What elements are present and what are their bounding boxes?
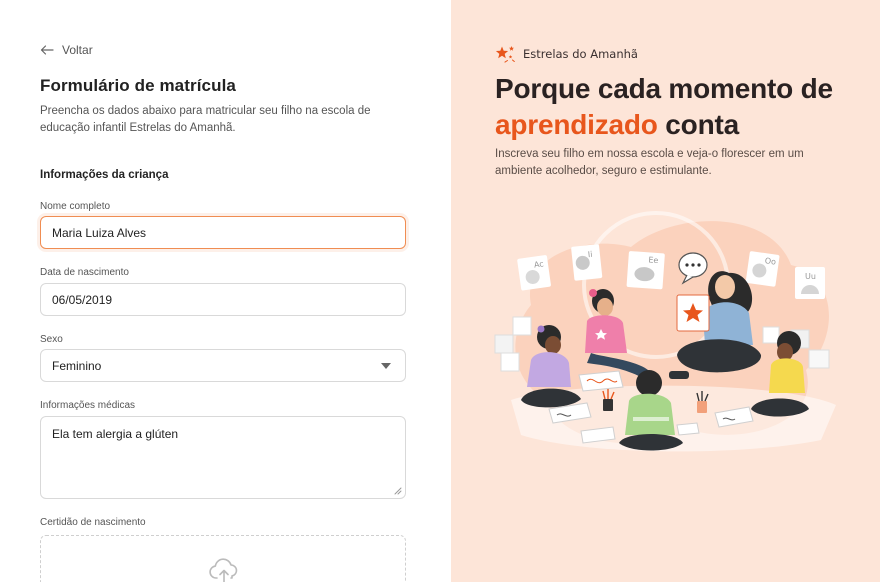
section-title-child-info: Informações da criança — [40, 169, 169, 181]
classroom-illustration: Ac Ii Ee Oo Uu — [494, 211, 836, 452]
star-card — [676, 294, 710, 332]
headline-accent-word: aprendizado — [495, 109, 658, 140]
letter-card-ii: Ii — [571, 244, 603, 281]
medical-info-textarea[interactable]: Ela tem alergia a glúten — [40, 416, 406, 499]
cloud-upload-icon — [209, 558, 238, 582]
birth-certificate-label: Certidão de nascimento — [40, 517, 146, 528]
caret-down-icon — [381, 363, 391, 369]
sex-label: Sexo — [40, 334, 63, 345]
birthdate-input[interactable]: 06/05/2019 — [40, 283, 406, 316]
form-description: Preencha os dados abaixo para matricular… — [40, 105, 371, 134]
headline-text-1: Porque cada momento de — [495, 73, 833, 104]
letter-card-ac: Ac — [517, 255, 551, 291]
brand: Estrelas do Amanhã — [495, 45, 638, 63]
letter-card-oo: Oo — [745, 251, 780, 287]
back-label: Voltar — [62, 43, 93, 57]
sex-select[interactable]: Feminino — [40, 349, 406, 382]
sex-value: Feminino — [52, 358, 102, 373]
resize-grip-icon[interactable] — [394, 487, 402, 495]
promo-headline: Porque cada momento de aprendizado conta — [495, 71, 865, 143]
birthdate-label: Data de nascimento — [40, 267, 129, 278]
card-letter-ii: Ii — [587, 250, 593, 259]
birth-certificate-dropzone[interactable] — [40, 535, 406, 582]
card-letter-ee: Ee — [648, 255, 659, 265]
medical-info-label: Informações médicas — [40, 400, 136, 411]
medical-info-value: Ela tem alergia a glúten — [52, 427, 179, 441]
page-title: Formulário de matrícula — [40, 76, 236, 95]
brand-name: Estrelas do Amanhã — [523, 47, 638, 61]
full-name-value: Maria Luiza Alves — [52, 225, 147, 240]
name-label: Nome completo — [40, 201, 111, 212]
headline-text-2: conta — [657, 109, 739, 140]
enrollment-form-panel: Voltar Formulário de matrícula Preencha … — [0, 0, 451, 582]
letter-card-ee: Ee — [626, 251, 665, 290]
arrow-left-icon — [40, 45, 54, 55]
card-letter-ac: Ac — [533, 259, 544, 269]
card-letter-oo: Oo — [764, 256, 776, 266]
birthdate-value: 06/05/2019 — [52, 292, 113, 307]
card-letter-uu: Uu — [805, 272, 816, 281]
promo-panel: Estrelas do Amanhã Porque cada momento d… — [451, 0, 880, 582]
stars-logo-icon — [495, 46, 515, 63]
back-button[interactable]: Voltar — [40, 43, 93, 57]
full-name-input[interactable]: Maria Luiza Alves — [40, 216, 406, 249]
letter-card-uu: Uu — [795, 267, 825, 299]
promo-subtitle: Inscreva seu filho em nossa escola e vej… — [495, 148, 804, 177]
